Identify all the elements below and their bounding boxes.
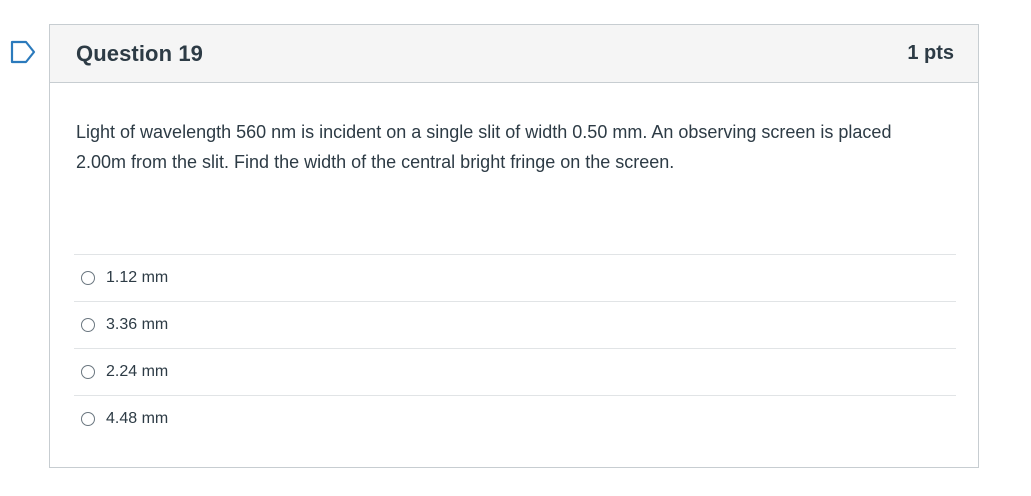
answer-option[interactable]: 4.48 mm [74, 395, 956, 442]
answer-label: 1.12 mm [106, 269, 169, 286]
question-text: Light of wavelength 560 nm is incident o… [76, 122, 892, 172]
answer-label: 2.24 mm [106, 363, 169, 380]
answer-label: 4.48 mm [106, 410, 169, 427]
question-header: Question 19 1 pts [50, 25, 978, 83]
radio-button[interactable] [81, 412, 95, 426]
answer-list: 1.12 mm 3.36 mm 2.24 mm 4.48 mm [74, 254, 956, 442]
question-title: Question 19 [76, 40, 204, 66]
answer-option[interactable]: 2.24 mm [74, 348, 956, 395]
radio-button[interactable] [81, 318, 95, 332]
answer-option[interactable]: 1.12 mm [74, 254, 956, 301]
radio-button[interactable] [81, 271, 95, 285]
question-card: Question 19 1 pts Light of wavelength 56… [49, 24, 979, 468]
radio-button[interactable] [81, 365, 95, 379]
question-points: 1 pts [907, 42, 954, 64]
flag-question-icon[interactable] [10, 40, 36, 64]
answer-option[interactable]: 3.36 mm [74, 301, 956, 348]
answer-label: 3.36 mm [106, 316, 169, 333]
